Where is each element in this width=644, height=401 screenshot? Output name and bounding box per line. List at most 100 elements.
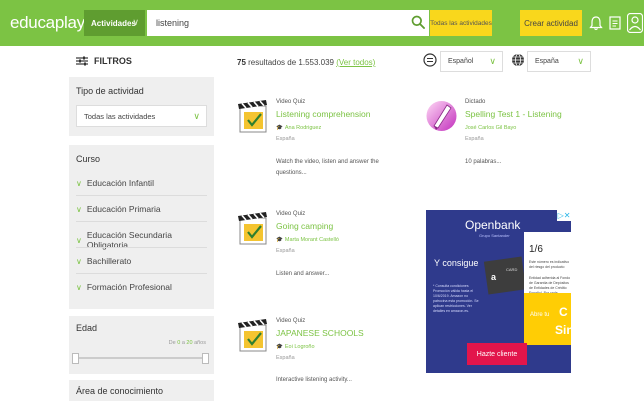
- video-quiz-icon: [238, 100, 267, 133]
- search-input[interactable]: [147, 10, 429, 36]
- chevron-down-icon: ∨: [76, 204, 82, 214]
- see-all-link[interactable]: (Ver todos): [336, 58, 375, 67]
- card-type: Video Quiz: [276, 318, 306, 324]
- graduation-cap-icon: 🎓: [276, 125, 283, 131]
- card-author-name: Marta Morant Castelló: [284, 237, 339, 243]
- card-title[interactable]: Listening comprehension: [276, 109, 371, 119]
- age-min-value: 0: [177, 340, 181, 346]
- filters-heading: FILTROS: [76, 56, 132, 66]
- globe-icon: [512, 53, 524, 67]
- country-selected: España: [535, 58, 559, 65]
- activities-button-label: Actividades: [91, 18, 136, 28]
- divider: [76, 247, 207, 248]
- card-title[interactable]: JAPANESE SCHOOLS: [276, 328, 364, 338]
- results-count: 75 resultados de 1.553.039 (Ver todos): [237, 58, 375, 67]
- card-description: Listen and answer...: [276, 271, 330, 277]
- divider: [76, 221, 207, 222]
- all-activities-button[interactable]: Todas las actividades: [430, 10, 492, 36]
- language-icon: [423, 53, 437, 67]
- advertisement[interactable]: Openbank Grupo Santander Y consigue * Co…: [426, 210, 571, 373]
- card-author[interactable]: 🎓 Marta Morant Castelló: [276, 237, 339, 243]
- activity-type-title: Tipo de actividad: [76, 86, 144, 96]
- card-title[interactable]: Going camping: [276, 221, 333, 231]
- divider: [76, 195, 207, 196]
- ad-big-text-2: Sin: [555, 323, 571, 337]
- course-item-label: Educación Primaria: [86, 204, 161, 214]
- language-select[interactable]: Español ∨: [440, 51, 503, 72]
- video-quiz-icon: [238, 212, 267, 245]
- activity-type-panel: Tipo de actividad Todas las actividades …: [69, 77, 214, 136]
- card-description: 10 palabras...: [465, 159, 502, 165]
- card-author-name: Ana Rodriguez: [284, 125, 322, 131]
- graduation-cap-icon: 🎓: [276, 344, 283, 350]
- course-item-bachillerato[interactable]: ∨ Bachillerato: [76, 256, 131, 266]
- user-avatar-icon[interactable]: [627, 13, 643, 33]
- video-quiz-icon: [238, 319, 267, 352]
- course-panel: Curso ∨ Educación Infantil ∨ Educación P…: [69, 145, 214, 309]
- ad-risk-note: Este número es indicativo del riesgo del…: [529, 260, 570, 269]
- chevron-down-icon: ∨: [132, 17, 139, 27]
- age-panel: Edad De 0 a 20 años: [69, 316, 214, 374]
- create-activity-button[interactable]: Crear actividad: [520, 10, 582, 36]
- card-country: España: [276, 248, 295, 254]
- sliders-icon: [76, 56, 88, 66]
- card-author[interactable]: José Carlos Gil Bayo: [465, 125, 516, 131]
- educaplay-logo[interactable]: educaplay: [10, 13, 85, 33]
- card-type: Video Quiz: [276, 99, 306, 105]
- chevron-down-icon: ∨: [76, 178, 82, 188]
- ad-brand-sub: Grupo Santander: [479, 233, 510, 238]
- activity-type-selected: Todas las actividades: [84, 111, 156, 121]
- card-type: Dictado: [465, 99, 486, 105]
- card-author-name: Eoi Logroño: [284, 344, 315, 350]
- card-author[interactable]: 🎓 Ana Rodriguez: [276, 125, 321, 131]
- course-item-fp[interactable]: ∨ Formación Profesional: [76, 282, 172, 292]
- result-card[interactable]: Video Quiz Listening comprehension 🎓 Ana…: [237, 99, 407, 189]
- age-slider-min-handle[interactable]: [72, 353, 79, 364]
- result-card[interactable]: Dictado Spelling Test 1 - Listening José…: [426, 99, 596, 189]
- card-description: Watch the video, listen and answer the q…: [276, 159, 379, 176]
- ad-brand-logo: Openbank: [465, 218, 521, 232]
- card-author-name: José Carlos Gil Bayo: [465, 125, 517, 131]
- course-title: Curso: [76, 154, 101, 164]
- course-item-label: Formación Profesional: [86, 282, 172, 292]
- result-card[interactable]: Video Quiz Going camping 🎓 Marta Morant …: [237, 211, 407, 301]
- chevron-down-icon: ∨: [193, 110, 200, 121]
- card-author[interactable]: 🎓 Eoi Logroño: [276, 344, 315, 350]
- dictation-pen-icon: [426, 101, 457, 131]
- bell-icon[interactable]: [589, 15, 603, 31]
- age-range-suffix: años: [194, 340, 206, 346]
- country-select[interactable]: España ∨: [527, 51, 591, 72]
- chevron-down-icon: ∨: [76, 256, 82, 266]
- course-item-infantil[interactable]: ∨ Educación Infantil: [76, 178, 154, 188]
- ad-abre-text: Abre tu: [530, 312, 550, 318]
- card-description: Interactive listening activity...: [276, 377, 352, 383]
- language-selected: Español: [448, 58, 474, 65]
- ad-yellow-panel: [524, 293, 571, 345]
- top-bar: educaplay Actividades ∨ Todas las activi…: [0, 0, 644, 46]
- card-country: España: [276, 355, 295, 361]
- search-icon[interactable]: [411, 15, 425, 29]
- age-range-prefix: De: [168, 340, 176, 346]
- card-type: Video Quiz: [276, 211, 306, 217]
- age-slider-max-handle[interactable]: [202, 353, 209, 364]
- activity-type-select[interactable]: Todas las actividades ∨: [76, 105, 207, 127]
- card-title[interactable]: Spelling Test 1 - Listening: [465, 109, 562, 119]
- ad-big-text-1: C: [559, 305, 568, 319]
- age-slider-track[interactable]: [76, 357, 207, 359]
- result-card[interactable]: Video Quiz JAPANESE SCHOOLS 🎓 Eoi Logroñ…: [237, 318, 407, 398]
- graduation-cap-icon: 🎓: [276, 237, 283, 243]
- knowledge-area-panel: Área de conocimiento: [69, 380, 214, 401]
- chevron-down-icon: ∨: [577, 56, 584, 66]
- filters-title: FILTROS: [94, 56, 132, 66]
- ad-close-icon[interactable]: ▷✕: [557, 210, 571, 221]
- card-country: España: [465, 136, 484, 142]
- course-item-primaria[interactable]: ∨ Educación Primaria: [76, 204, 161, 214]
- activities-dropdown-button[interactable]: Actividades ∨: [84, 10, 145, 36]
- document-icon[interactable]: [608, 15, 622, 31]
- card-country: España: [276, 136, 295, 142]
- ad-headline: Y consigue: [434, 258, 479, 268]
- ad-cta-button[interactable]: Hazte cliente: [467, 343, 527, 365]
- ad-risk-fraction: 1/6: [529, 244, 543, 255]
- chevron-down-icon: ∨: [76, 282, 82, 292]
- ad-card-letter: a: [491, 272, 497, 282]
